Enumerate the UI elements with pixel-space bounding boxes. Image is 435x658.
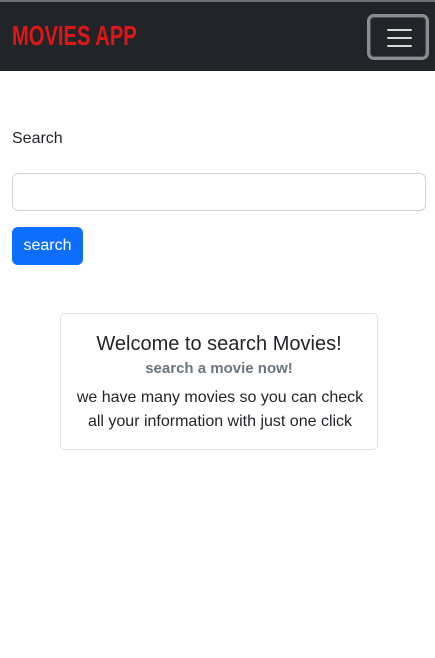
navbar: MOVIES APP (0, 2, 435, 71)
card-title: Welcome to search Movies! (96, 333, 342, 355)
search-label: Search (12, 130, 63, 147)
navbar-toggler-button[interactable] (367, 14, 429, 60)
welcome-card: Welcome to search Movies! search a movie… (60, 313, 378, 450)
brand-logo[interactable]: MOVIES APP (12, 20, 137, 52)
search-input[interactable] (12, 173, 426, 211)
card-subtitle: search a movie now! (145, 360, 293, 377)
hamburger-menu-icon (387, 29, 412, 47)
search-button[interactable]: search (12, 227, 83, 265)
card-text: we have many movies so you can check all… (76, 389, 364, 430)
